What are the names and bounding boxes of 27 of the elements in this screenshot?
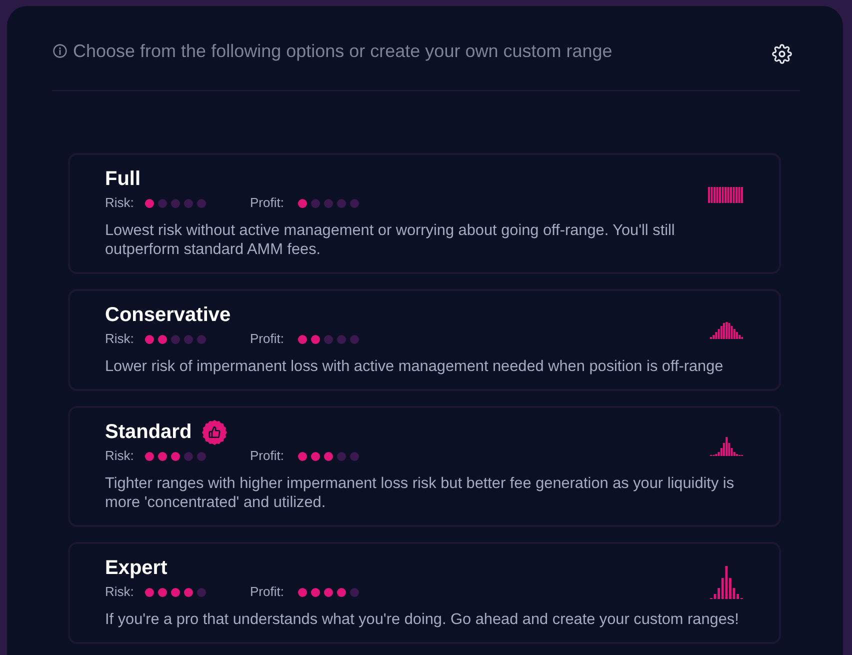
range-option-card[interactable]: Full Risk: Profit: Lowest risk without active management or worrying about going off-range. You'll still outperform standard AMM fees. — [68, 153, 781, 274]
intro-text: Choose from the following options or create your own custom range — [73, 40, 614, 62]
profit-label: Profit: — [250, 585, 285, 599]
range-distribution-icon — [708, 187, 743, 203]
risk-label: Risk: — [105, 449, 135, 463]
info-icon — [53, 44, 67, 58]
range-option-card[interactable]: Conservative Risk: Profit: Lower risk of impermanent loss with active management needed when position is off-range — [68, 289, 781, 391]
risk-label: Risk: — [105, 196, 135, 210]
risk-label: Risk: — [105, 332, 135, 346]
option-title: Standard — [105, 420, 192, 444]
profit-label: Profit: — [250, 449, 285, 463]
profit-label: Profit: — [250, 196, 285, 210]
option-description: Lowest risk without active management or worrying about going off-range. You'll still outperform standard AMM fees. — [105, 221, 676, 259]
range-option-card[interactable]: Expert Risk: Profit: If you're a pro that understands what you're doing. Go ahead and create your custom ranges! — [68, 542, 781, 644]
range-distribution-icon — [710, 437, 743, 456]
option-title: Conservative — [105, 303, 231, 327]
range-distribution-icon — [710, 322, 743, 339]
option-description: Lower risk of impermanent loss with active management needed when position is off-range — [105, 357, 724, 376]
settings-icon[interactable] — [772, 44, 792, 64]
option-title: Expert — [105, 556, 168, 580]
option-description: If you're a pro that understands what you're doing. Go ahead and create your custom ranges! — [105, 610, 740, 629]
range-option-card[interactable]: Standard Risk: Profit: Tighter ranges with higher impermanent loss risk but better fee generation as your liquidity is more 'concentrated' and utilized. — [68, 406, 781, 527]
profit-label: Profit: — [250, 332, 285, 346]
range-distribution-icon — [710, 566, 743, 599]
risk-label: Risk: — [105, 585, 135, 599]
option-description: Tighter ranges with higher impermanent loss risk but better fee generation as your liquidity is more 'concentrated' and utilized. — [105, 474, 736, 512]
option-title: Full — [105, 167, 141, 191]
